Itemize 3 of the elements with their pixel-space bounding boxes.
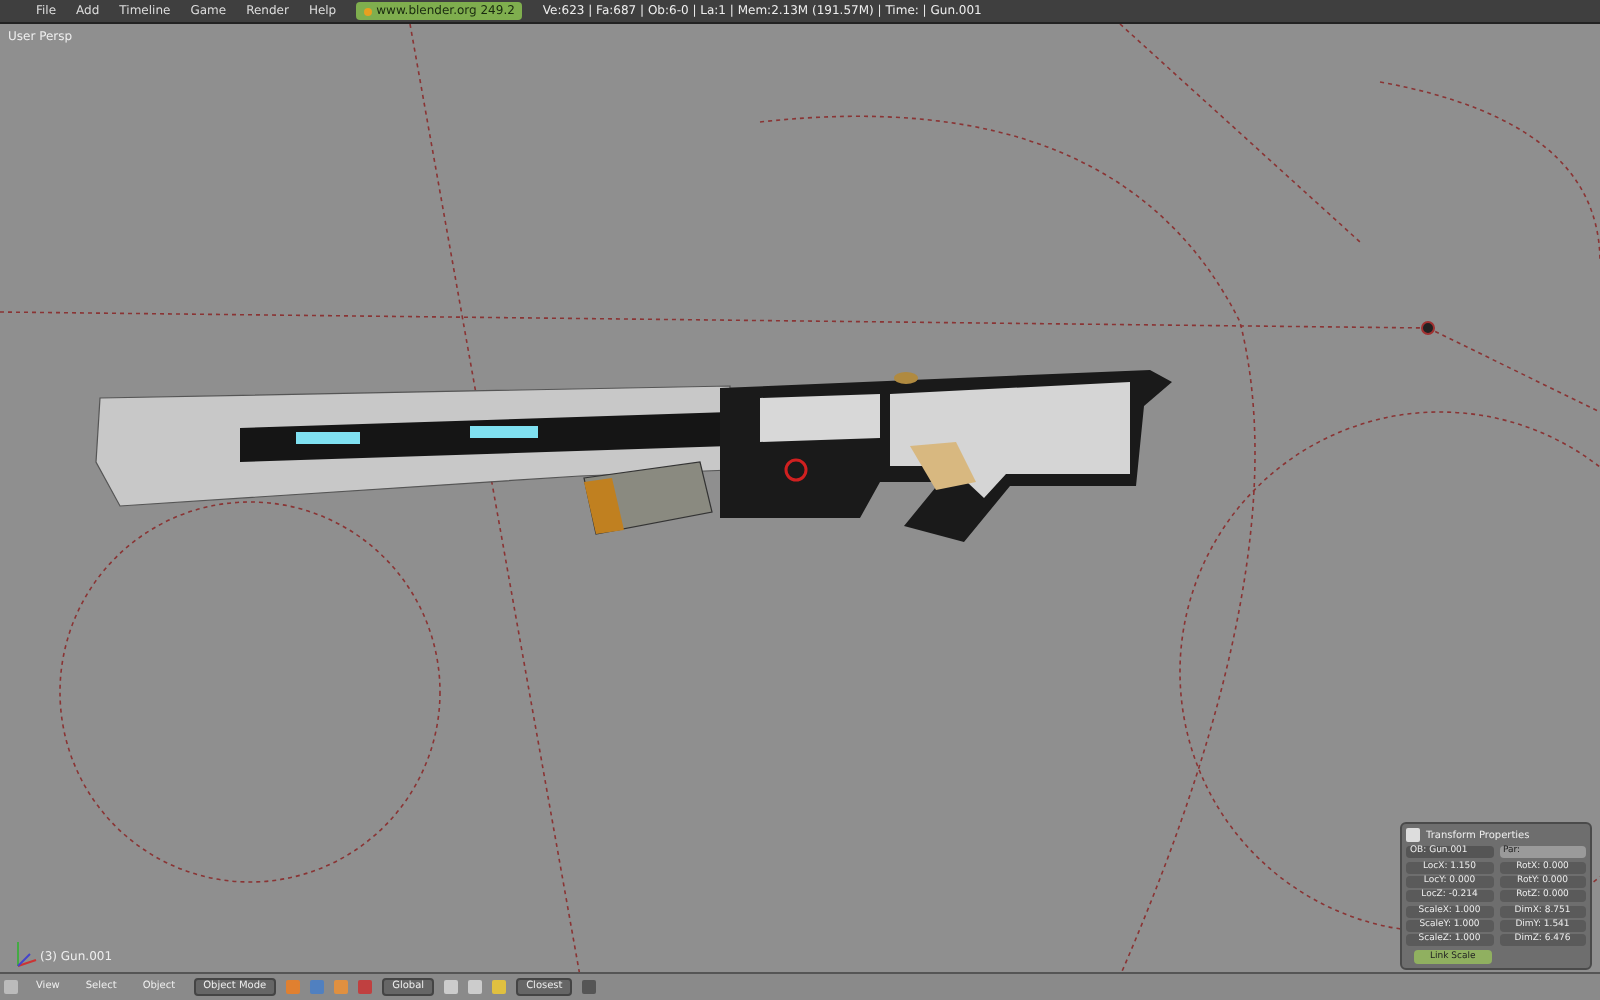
axis-gizmo-icon [17, 941, 37, 967]
logo-icon [364, 7, 373, 15]
lamp-icon [1421, 321, 1435, 335]
